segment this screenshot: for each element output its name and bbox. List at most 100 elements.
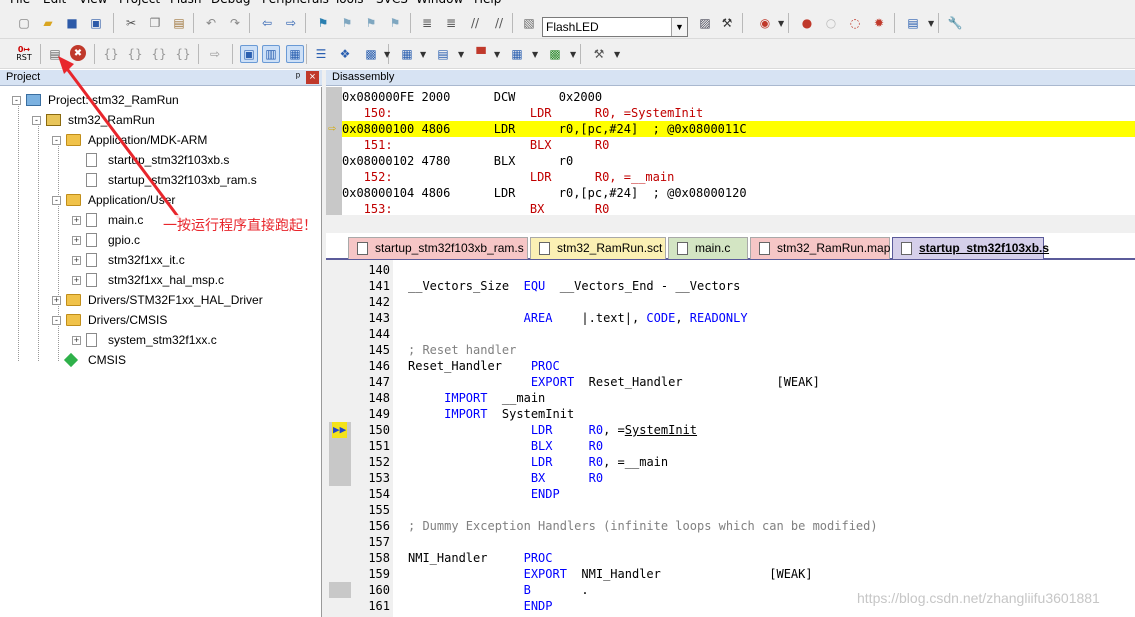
chevron-down-icon[interactable]: ▼ bbox=[928, 19, 934, 28]
trace-window-icon[interactable]: ▦ bbox=[508, 45, 526, 63]
tree-item[interactable]: startup_stm32f103xb.s bbox=[0, 150, 320, 170]
run-to-cursor-icon[interactable]: {} bbox=[174, 45, 192, 63]
source-line[interactable]: 140 bbox=[326, 262, 1135, 278]
tree-item[interactable]: - Drivers/CMSIS bbox=[0, 310, 320, 330]
menu-project[interactable]: Project bbox=[119, 0, 160, 7]
tree-item[interactable]: + system_stm32f1xx.c bbox=[0, 330, 320, 350]
open-folder-icon[interactable]: ▰ bbox=[39, 14, 57, 32]
tree-item[interactable]: - Application/MDK-ARM bbox=[0, 130, 320, 150]
disassembly-line[interactable]: 0x08000100 4806 LDR r0,[pc,#24] ; @0x080… bbox=[342, 121, 1135, 137]
new-file-icon[interactable]: ▢ bbox=[15, 14, 33, 32]
chevron-down-icon[interactable]: ▼ bbox=[778, 19, 784, 28]
tab-file[interactable]: stm32_RamRun.map bbox=[750, 237, 890, 259]
splitter-bar[interactable] bbox=[326, 215, 1135, 233]
menu-file[interactable]: File bbox=[10, 0, 30, 7]
collapse-icon[interactable]: - bbox=[52, 316, 61, 325]
expand-icon[interactable]: + bbox=[72, 236, 81, 245]
undo-icon[interactable]: ↶ bbox=[202, 14, 220, 32]
show-next-statement-icon[interactable]: ⇨ bbox=[206, 45, 224, 63]
memory-window-icon[interactable]: ▦ bbox=[398, 45, 416, 63]
tree-item[interactable]: - Project: stm32_RamRun bbox=[0, 90, 320, 110]
tab-file[interactable]: startup_stm32f103xb.s bbox=[892, 237, 1049, 259]
menu-window[interactable]: Window bbox=[416, 0, 463, 7]
menu-help[interactable]: Help bbox=[474, 0, 501, 7]
source-line[interactable]: 150 LDR R0, =SystemInit bbox=[326, 422, 1135, 438]
menu-debug[interactable]: Debug bbox=[211, 0, 250, 7]
source-line[interactable]: 148 IMPORT __main bbox=[326, 390, 1135, 406]
chevron-down-icon[interactable]: ▼ bbox=[494, 50, 500, 59]
chevron-down-icon[interactable]: ▼ bbox=[384, 50, 390, 59]
tab-file[interactable]: startup_stm32f103xb_ram.s bbox=[348, 237, 528, 259]
configure-icon[interactable]: 🔧 bbox=[946, 14, 964, 32]
source-line[interactable]: 151 BLX R0 bbox=[326, 438, 1135, 454]
target-combo[interactable]: FlashLED ▼ bbox=[542, 17, 688, 37]
source-line[interactable]: 158 NMI_Handler PROC bbox=[326, 550, 1135, 566]
expand-icon[interactable]: + bbox=[72, 256, 81, 265]
reset-cpu-button[interactable]: 0↦ RST bbox=[13, 44, 35, 64]
disassembly-line[interactable]: 0x080000FE 2000 DCW 0x2000 bbox=[342, 89, 1135, 105]
pin-icon[interactable]: ᵖ bbox=[296, 70, 300, 85]
menu-peripherals[interactable]: Peripherals bbox=[262, 0, 329, 7]
tree-item[interactable]: - Application/User bbox=[0, 190, 320, 210]
symbols-window-icon[interactable]: ▦ bbox=[286, 45, 304, 63]
save-all-icon[interactable]: ▣ bbox=[87, 14, 105, 32]
command-window-icon[interactable]: ▣ bbox=[240, 45, 258, 63]
source-line[interactable]: 155 bbox=[326, 502, 1135, 518]
watch-window-icon[interactable]: ▩ bbox=[362, 45, 380, 63]
menu-view[interactable]: View bbox=[79, 0, 107, 7]
chevron-down-icon[interactable]: ▼ bbox=[458, 50, 464, 59]
source-line[interactable]: 152 LDR R0, =__main bbox=[326, 454, 1135, 470]
chevron-down-icon[interactable]: ▼ bbox=[671, 18, 687, 36]
disassembly-view[interactable]: 0x080000FE 2000 DCW 0x2000 150: LDR R0, … bbox=[326, 87, 1135, 215]
chevron-down-icon[interactable]: ▼ bbox=[614, 50, 620, 59]
source-line[interactable]: 143 AREA |.text|, CODE, READONLY bbox=[326, 310, 1135, 326]
chevron-down-icon[interactable]: ▼ bbox=[570, 50, 576, 59]
source-line[interactable]: 157 bbox=[326, 534, 1135, 550]
collapse-icon[interactable]: - bbox=[12, 96, 21, 105]
disassembly-line[interactable]: 0x08000104 4806 LDR r0,[pc,#24] ; @0x080… bbox=[342, 185, 1135, 201]
unindent-icon[interactable]: ≣ bbox=[442, 14, 460, 32]
serial-window-icon[interactable]: ▤ bbox=[434, 45, 452, 63]
clear-bookmarks-icon[interactable]: ⚑ bbox=[386, 14, 404, 32]
save-icon[interactable]: ■ bbox=[63, 14, 81, 32]
disassembly-line[interactable]: 0x08000102 4780 BLX r0 bbox=[342, 153, 1135, 169]
step-out-icon[interactable]: {} bbox=[150, 45, 168, 63]
breakpoint-disable-icon[interactable]: ○ bbox=[822, 14, 840, 32]
source-line[interactable]: 153 BX R0 bbox=[326, 470, 1135, 486]
analysis-window-icon[interactable]: ▀ bbox=[472, 45, 490, 63]
source-line[interactable]: 141 __Vectors_Size EQU __Vectors_End - __… bbox=[326, 278, 1135, 294]
find-icon[interactable]: ▨ bbox=[696, 14, 714, 32]
menu-tools[interactable]: Tools bbox=[334, 0, 364, 7]
source-line[interactable]: 146 Reset_Handler PROC bbox=[326, 358, 1135, 374]
disassembly-window-icon[interactable]: ▥ bbox=[262, 45, 280, 63]
toolbox-icon[interactable]: ⚒ bbox=[590, 45, 608, 63]
tree-item[interactable]: + stm32f1xx_hal_msp.c bbox=[0, 270, 320, 290]
menu-edit[interactable]: Edit bbox=[43, 0, 66, 7]
comment-icon[interactable]: // bbox=[466, 14, 484, 32]
disassembly-line[interactable]: 152: LDR R0, =__main bbox=[342, 169, 1135, 185]
stop-icon[interactable]: ✖ bbox=[70, 45, 86, 61]
tree-item[interactable]: - stm32_RamRun bbox=[0, 110, 320, 130]
prev-bookmark-icon[interactable]: ⚑ bbox=[338, 14, 356, 32]
collapse-icon[interactable]: - bbox=[52, 136, 61, 145]
source-line[interactable]: 154 ENDP bbox=[326, 486, 1135, 502]
source-line[interactable]: 156 ; Dummy Exception Handlers (infinite … bbox=[326, 518, 1135, 534]
step-into-icon[interactable]: {} bbox=[102, 45, 120, 63]
tab-file[interactable]: main.c bbox=[668, 237, 748, 259]
call-stack-icon[interactable]: ❖ bbox=[336, 45, 354, 63]
breakpoint-icon[interactable]: ● bbox=[798, 14, 816, 32]
collapse-icon[interactable]: - bbox=[52, 196, 61, 205]
breakpoint-clear-icon[interactable]: ✹ bbox=[870, 14, 888, 32]
nav-forward-icon[interactable]: ⇨ bbox=[282, 14, 300, 32]
paste-icon[interactable]: ▤ bbox=[170, 14, 188, 32]
registers-window-icon[interactable]: ☰ bbox=[312, 45, 330, 63]
insight-icon[interactable]: ⚒ bbox=[718, 14, 736, 32]
menu-flash[interactable]: Flash bbox=[170, 0, 201, 7]
debug-start-icon[interactable]: ◉ bbox=[756, 14, 774, 32]
step-over-icon[interactable]: {} bbox=[126, 45, 144, 63]
source-line[interactable]: 159 EXPORT NMI_Handler [WEAK] bbox=[326, 566, 1135, 582]
copy-icon[interactable]: ❐ bbox=[146, 14, 164, 32]
indent-icon[interactable]: ≣ bbox=[418, 14, 436, 32]
close-icon[interactable]: × bbox=[306, 71, 319, 84]
source-line[interactable]: 142 bbox=[326, 294, 1135, 310]
